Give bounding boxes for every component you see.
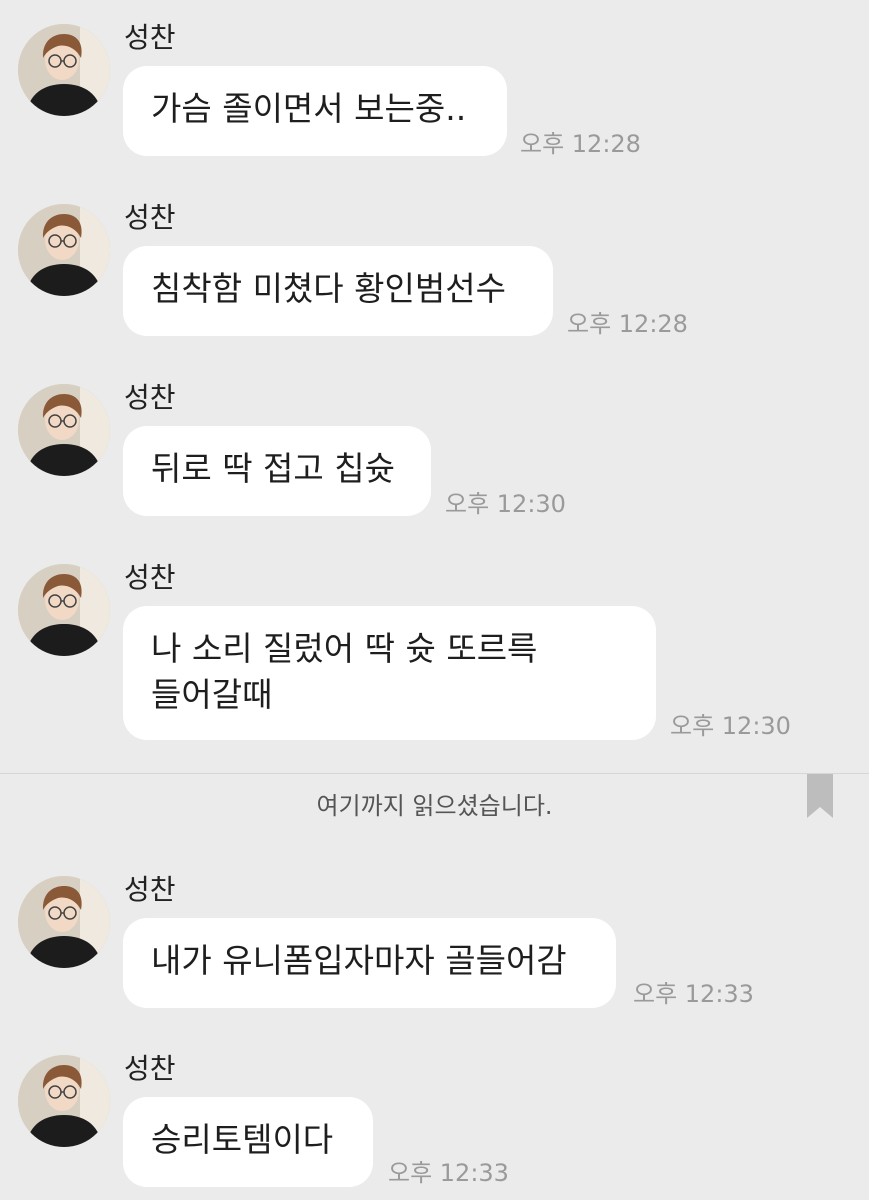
avatar[interactable] — [18, 876, 110, 968]
chat-room[interactable]: 성찬 가슴 졸이면서 보는중.. 오후 12:28 성찬 침착함 미쳤다 황인범… — [0, 0, 869, 1200]
avatar[interactable] — [18, 24, 110, 116]
bookmark-icon[interactable] — [807, 774, 833, 818]
message-bubble[interactable]: 가슴 졸이면서 보는중.. — [123, 66, 507, 156]
message-item: 성찬 내가 유니폼입자마자 골들어감 오후 12:33 — [0, 852, 869, 1032]
sender-name: 성찬 — [124, 873, 176, 906]
divider-line — [0, 773, 869, 774]
message-bubble[interactable]: 내가 유니폼입자마자 골들어감 — [123, 918, 616, 1008]
message-bubble[interactable]: 침착함 미쳤다 황인범선수 — [123, 246, 553, 336]
message-time: 오후 12:28 — [567, 310, 688, 338]
message-time: 오후 12:30 — [670, 712, 791, 740]
message-time: 오후 12:33 — [633, 980, 754, 1008]
message-item: 성찬 승리토템이다 오후 12:33 — [0, 1031, 869, 1200]
message-bubble[interactable]: 승리토템이다 — [123, 1097, 373, 1187]
read-marker-divider: 여기까지 읽으셨습니다. — [0, 773, 869, 843]
message-time: 오후 12:30 — [445, 490, 566, 518]
message-item: 성찬 뒤로 딱 접고 칩슛 오후 12:30 — [0, 360, 869, 540]
message-time: 오후 12:28 — [520, 130, 641, 158]
message-item: 성찬 침착함 미쳤다 황인범선수 오후 12:28 — [0, 180, 869, 360]
sender-name: 성찬 — [124, 1052, 176, 1085]
message-bubble[interactable]: 나 소리 질렀어 딱 슛 또르륵 들어갈때 — [123, 606, 656, 740]
sender-name: 성찬 — [124, 21, 176, 54]
avatar[interactable] — [18, 204, 110, 296]
read-marker-label: 여기까지 읽으셨습니다. — [316, 792, 553, 820]
sender-name: 성찬 — [124, 561, 176, 594]
message-time: 오후 12:33 — [388, 1159, 509, 1187]
message-item: 성찬 나 소리 질렀어 딱 슛 또르륵 들어갈때 오후 12:30 — [0, 540, 869, 770]
avatar[interactable] — [18, 1055, 110, 1147]
sender-name: 성찬 — [124, 381, 176, 414]
avatar[interactable] — [18, 384, 110, 476]
message-bubble[interactable]: 뒤로 딱 접고 칩슛 — [123, 426, 431, 516]
sender-name: 성찬 — [124, 201, 176, 234]
avatar[interactable] — [18, 564, 110, 656]
message-item: 성찬 가슴 졸이면서 보는중.. 오후 12:28 — [0, 0, 869, 180]
